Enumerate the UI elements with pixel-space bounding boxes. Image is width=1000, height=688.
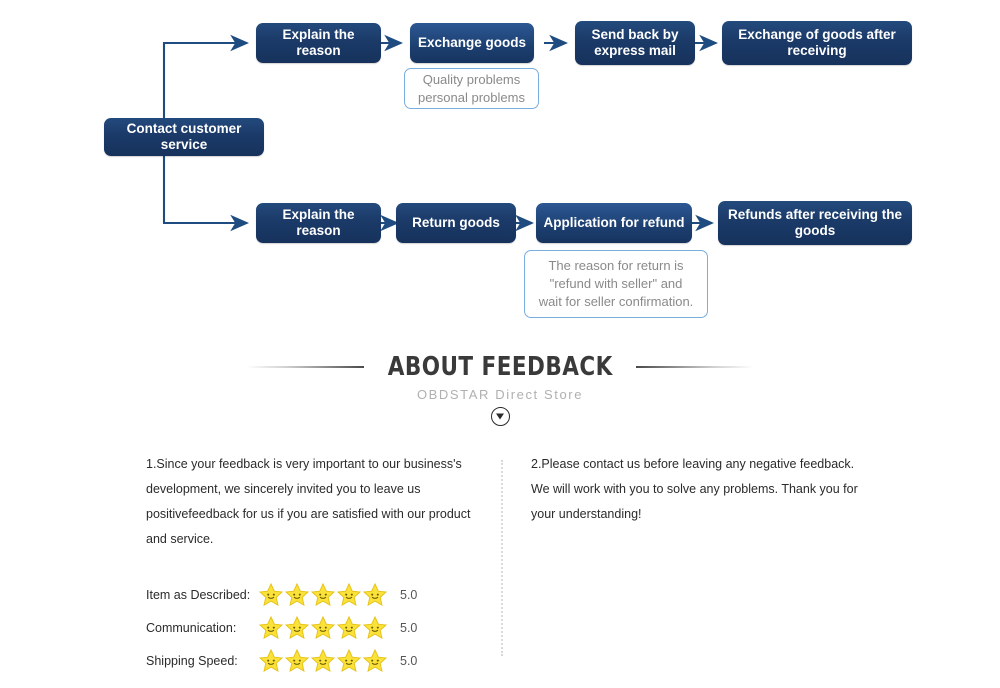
flow-node-label: Exchange of goods after receiving bbox=[738, 27, 896, 58]
flow-node-label: Application for refund bbox=[543, 215, 685, 230]
flow-note-line: wait for seller confirmation. bbox=[538, 294, 694, 309]
star-rating-shipping-speed bbox=[259, 649, 389, 672]
star-icon bbox=[285, 616, 309, 639]
feedback-paragraph-1: 1.Since your feedback is very important … bbox=[146, 457, 471, 546]
flow-node-label: Explain the reason bbox=[282, 27, 355, 58]
flow-node-exchange-explain-reason[interactable]: Explain the reason bbox=[256, 23, 381, 63]
chevron-down-circle-icon bbox=[490, 407, 510, 426]
column-divider bbox=[501, 460, 503, 656]
rating-score: 5.0 bbox=[400, 653, 418, 668]
seller-ratings: Item as Described: 5.0 Communication: 5.… bbox=[146, 578, 476, 677]
flow-node-refund-explain-reason[interactable]: Explain the reason bbox=[256, 203, 381, 243]
flow-node-label: Explain the reason bbox=[282, 207, 355, 238]
flow-node-application-for-refund[interactable]: Application for refund bbox=[536, 203, 692, 243]
flow-node-contact-customer-service[interactable]: Contact customer service bbox=[104, 118, 264, 156]
about-feedback-header: ABOUT FEEDBACK OBDSTAR Direct Store bbox=[0, 352, 1000, 426]
title-rule-left bbox=[245, 366, 364, 368]
flow-node-send-back-express-mail[interactable]: Send back by express mail bbox=[575, 21, 695, 65]
flow-node-exchange-goods[interactable]: Exchange goods bbox=[410, 23, 534, 63]
flow-note-line: personal problems bbox=[418, 89, 525, 105]
flow-node-label: Exchange goods bbox=[417, 35, 527, 50]
feedback-paragraph-2: 2.Please contact us before leaving any n… bbox=[531, 457, 858, 521]
star-icon bbox=[363, 616, 387, 639]
rating-row: Shipping Speed: 5.0 bbox=[146, 644, 476, 677]
star-rating-item-as-described bbox=[259, 583, 389, 606]
star-icon bbox=[363, 649, 387, 672]
rating-score: 5.0 bbox=[400, 620, 418, 635]
rating-row: Item as Described: 5.0 bbox=[146, 578, 476, 611]
flow-node-label: Send back by express mail bbox=[591, 27, 679, 58]
star-icon bbox=[311, 616, 335, 639]
store-name: OBDSTAR Direct Store bbox=[416, 387, 584, 402]
title-rule-right bbox=[636, 366, 755, 368]
flow-note-line: "refund with seller" and bbox=[549, 276, 683, 291]
star-icon bbox=[337, 649, 361, 672]
star-icon bbox=[285, 583, 309, 606]
star-icon bbox=[337, 583, 361, 606]
flow-node-return-goods[interactable]: Return goods bbox=[396, 203, 516, 243]
rating-row: Communication: 5.0 bbox=[146, 611, 476, 644]
page-title: ABOUT FEEDBACK bbox=[387, 352, 613, 382]
return-exchange-flowchart: Contact customer service Explain the rea… bbox=[0, 0, 1000, 345]
feedback-right-column: 2.Please contact us before leaving any n… bbox=[531, 452, 871, 527]
flow-note-line: The reason for return is bbox=[548, 258, 684, 273]
feedback-left-column: 1.Since your feedback is very important … bbox=[146, 452, 476, 677]
rating-label: Item as Described: bbox=[146, 587, 251, 602]
star-icon bbox=[311, 583, 335, 606]
flow-note-exchange-reasons: Quality problems personal problems bbox=[404, 68, 539, 109]
about-feedback-body: 1.Since your feedback is very important … bbox=[0, 452, 1000, 672]
flow-note-refund-instructions: The reason for return is "refund with se… bbox=[524, 250, 708, 318]
star-icon bbox=[363, 583, 387, 606]
star-icon bbox=[259, 616, 283, 639]
star-icon bbox=[259, 649, 283, 672]
rating-score: 5.0 bbox=[400, 587, 418, 602]
about-feedback-title-row: ABOUT FEEDBACK bbox=[0, 352, 1000, 382]
star-icon bbox=[311, 649, 335, 672]
flow-node-label: Contact customer service bbox=[126, 121, 242, 152]
star-icon bbox=[337, 616, 361, 639]
flow-node-label: Refunds after receiving the goods bbox=[727, 207, 903, 238]
rating-label: Shipping Speed: bbox=[146, 653, 238, 668]
star-icon bbox=[259, 583, 283, 606]
flow-node-refunds-after-receiving[interactable]: Refunds after receiving the goods bbox=[718, 201, 912, 245]
star-rating-communication bbox=[259, 616, 389, 639]
star-icon bbox=[285, 649, 309, 672]
page-root: Contact customer service Explain the rea… bbox=[0, 0, 1000, 688]
flow-node-exchange-after-receiving[interactable]: Exchange of goods after receiving bbox=[722, 21, 912, 65]
flow-node-label: Return goods bbox=[412, 215, 500, 230]
flow-note-line: Quality problems bbox=[422, 71, 521, 87]
rating-label: Communication: bbox=[146, 620, 237, 635]
